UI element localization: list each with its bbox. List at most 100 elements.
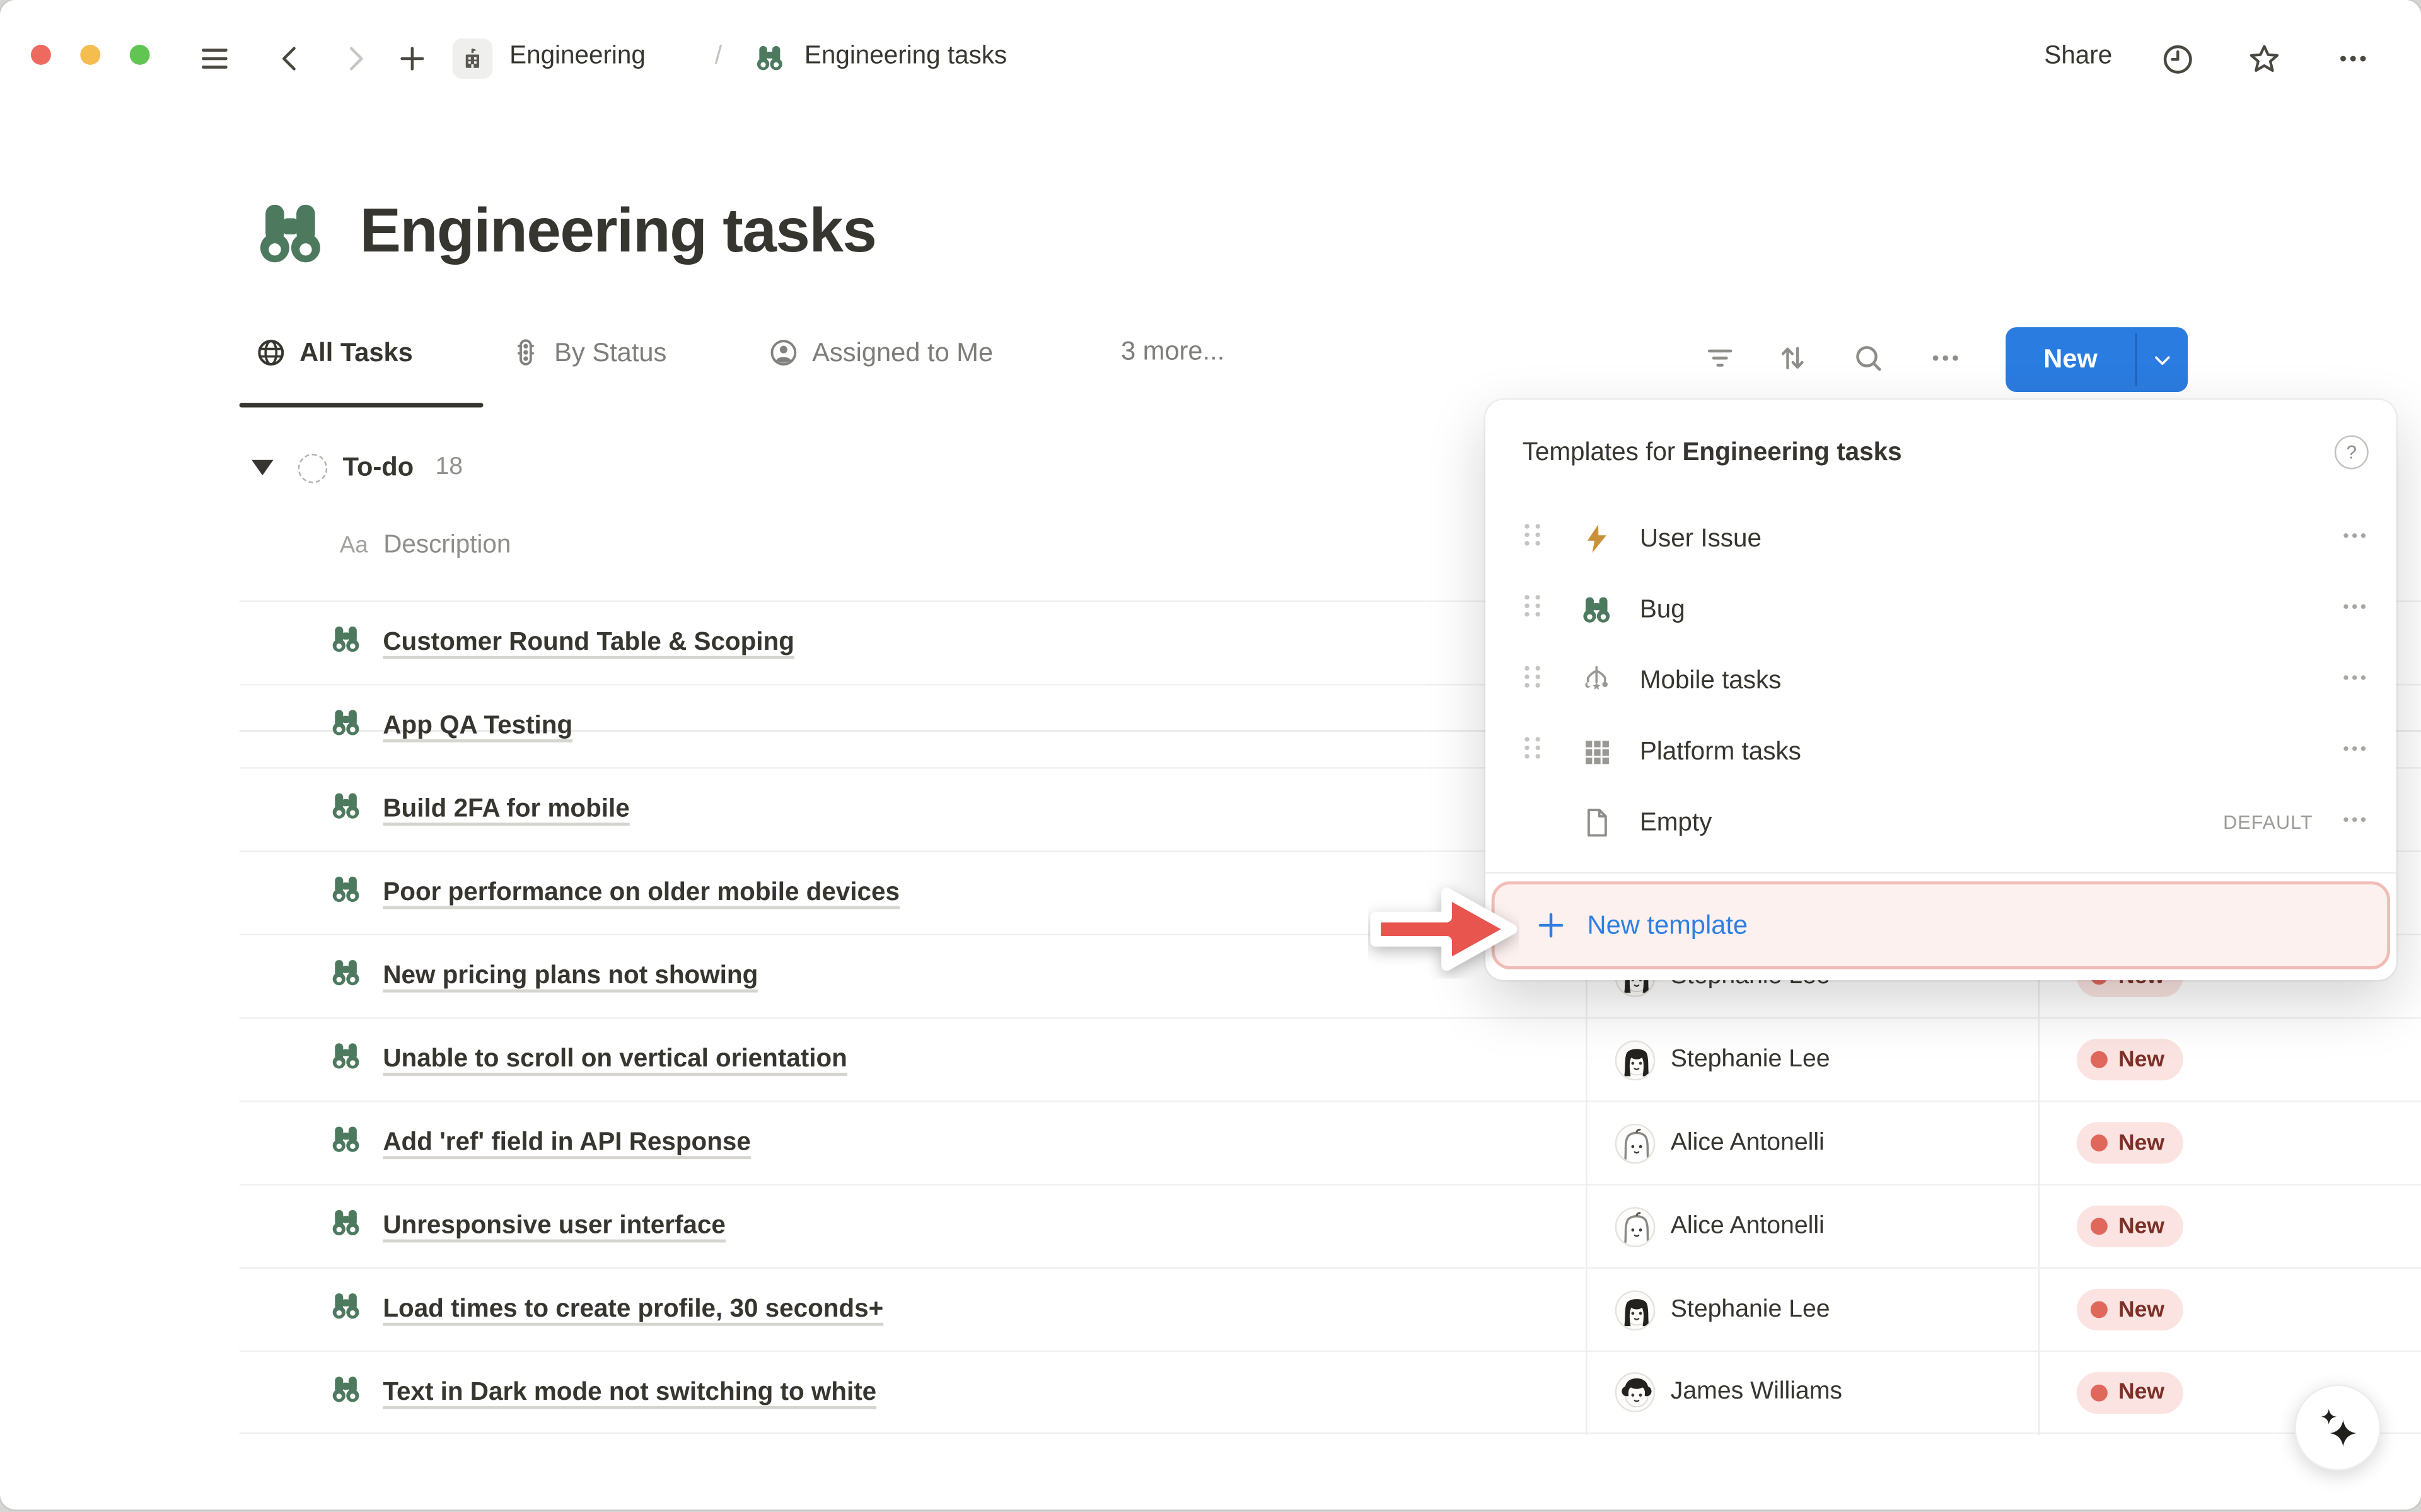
tab-label: By Status <box>554 337 666 368</box>
assignee-cell[interactable]: Alice Antonelli <box>1586 1186 2038 1267</box>
templates-popup: Templates for Engineering tasks ? User I… <box>1485 400 2396 980</box>
filter-icon[interactable] <box>1702 340 1739 377</box>
new-template-button[interactable]: New template <box>1492 881 2390 969</box>
app-window-scaler: Engineering / Engineering tasks Share En… <box>0 0 2421 1512</box>
lightning-icon <box>1578 520 1615 557</box>
group-header-todo[interactable]: To-do 18 <box>252 453 463 483</box>
binoculars-icon <box>329 1371 363 1413</box>
drag-handle-icon[interactable] <box>1523 522 1544 556</box>
popup-divider <box>1485 872 2396 874</box>
tab-by-status[interactable]: By Status <box>509 337 666 369</box>
tab-assigned-to-me[interactable]: Assigned to Me <box>767 337 993 369</box>
teamspace-building-icon[interactable] <box>453 38 493 79</box>
forward-icon[interactable] <box>337 40 374 78</box>
status-badge: New <box>2077 1039 2183 1080</box>
description-cell[interactable]: Add 'ref' field in API Response <box>240 1102 1586 1184</box>
updates-clock-icon[interactable] <box>2159 40 2196 78</box>
table-row[interactable]: Load times to create profile, 30 seconds… <box>240 1267 2421 1351</box>
search-icon[interactable] <box>1850 340 1887 377</box>
ai-assistant-button[interactable] <box>2294 1385 2381 1471</box>
status-cell[interactable]: New <box>2038 1186 2421 1267</box>
description-column-header[interactable]: Aa Description <box>340 531 511 560</box>
binoculars-icon <box>753 42 786 82</box>
favorite-star-icon[interactable] <box>2245 40 2282 78</box>
description-cell[interactable]: App QA Testing <box>240 685 1586 767</box>
task-title-link[interactable]: Poor performance on older mobile devices <box>383 878 900 908</box>
task-title-link[interactable]: Add 'ref' field in API Response <box>383 1128 751 1158</box>
description-cell[interactable]: Customer Round Table & Scoping <box>240 602 1586 684</box>
assignee-cell[interactable]: Stephanie Lee <box>1586 1019 2038 1100</box>
status-cell[interactable]: New <box>2038 1102 2421 1184</box>
tab-more-views[interactable]: 3 more... <box>1121 337 1224 367</box>
task-title-link[interactable]: Customer Round Table & Scoping <box>383 628 794 658</box>
template-item-options-icon[interactable] <box>2341 592 2369 627</box>
new-template-label: New template <box>1588 910 1748 941</box>
template-item-options-icon[interactable] <box>2341 663 2369 698</box>
new-button-label[interactable]: New <box>2006 327 2135 392</box>
status-dot-icon <box>2091 1218 2108 1235</box>
templates-popup-header: Templates for Engineering tasks ? <box>1523 436 2369 470</box>
drag-handle-icon[interactable] <box>1523 735 1544 769</box>
drag-handle-icon[interactable] <box>1523 664 1544 698</box>
new-page-icon[interactable] <box>393 40 431 78</box>
tab-label: Assigned to Me <box>812 337 993 368</box>
column-header-label: Description <box>383 531 511 560</box>
back-icon[interactable] <box>272 40 309 78</box>
status-label: New <box>2118 1131 2164 1155</box>
task-title-link[interactable]: Text in Dark mode not switching to white <box>383 1378 876 1407</box>
description-cell[interactable]: Unable to scroll on vertical orientation <box>240 1019 1586 1100</box>
description-cell[interactable]: Build 2FA for mobile <box>240 769 1586 851</box>
sidebar-menu-icon[interactable] <box>196 40 233 78</box>
sort-icon[interactable] <box>1774 340 1811 377</box>
table-row[interactable]: Text in Dark mode not switching to white… <box>240 1351 2421 1434</box>
collapse-caret-icon[interactable] <box>252 460 273 475</box>
drag-handle-icon[interactable] <box>1523 592 1544 626</box>
task-title-link[interactable]: Build 2FA for mobile <box>383 795 629 824</box>
binoculars-icon <box>1578 591 1615 628</box>
traffic-light-close[interactable] <box>31 45 51 65</box>
more-options-icon[interactable] <box>2335 40 2372 78</box>
template-item[interactable]: Empty DEFAULT <box>1485 787 2396 858</box>
avatar <box>1615 1290 1656 1330</box>
traffic-light-zoom[interactable] <box>130 45 150 65</box>
description-cell[interactable]: Load times to create profile, 30 seconds… <box>240 1269 1586 1351</box>
table-row[interactable]: Unresponsive user interface Alice Antone… <box>240 1184 2421 1267</box>
task-title-link[interactable]: New pricing plans not showing <box>383 962 758 991</box>
template-item-options-icon[interactable] <box>2341 521 2369 557</box>
template-item[interactable]: Platform tasks <box>1485 716 2396 787</box>
task-title-link[interactable]: Load times to create profile, 30 seconds… <box>383 1295 883 1325</box>
view-options-icon[interactable] <box>1927 340 1964 377</box>
task-title-link[interactable]: App QA Testing <box>383 712 572 741</box>
status-cell[interactable]: New <box>2038 1019 2421 1100</box>
binoculars-icon <box>329 955 363 997</box>
table-row[interactable]: Add 'ref' field in API Response Alice An… <box>240 1100 2421 1184</box>
breadcrumb-current[interactable]: Engineering tasks <box>804 42 1007 71</box>
page-binoculars-icon[interactable] <box>252 195 328 280</box>
template-item-options-icon[interactable] <box>2341 734 2369 769</box>
assignee-cell[interactable]: Alice Antonelli <box>1586 1102 2038 1184</box>
traffic-light-minimize[interactable] <box>80 45 100 65</box>
template-item-options-icon[interactable] <box>2341 805 2369 840</box>
assignee-cell[interactable]: James Williams <box>1586 1352 2038 1432</box>
table-row[interactable]: Unable to scroll on vertical orientation… <box>240 1017 2421 1100</box>
chevron-down-icon[interactable] <box>2137 327 2188 392</box>
breadcrumb-parent[interactable]: Engineering <box>509 42 646 71</box>
task-title-link[interactable]: Unresponsive user interface <box>383 1211 725 1241</box>
description-cell[interactable]: Text in Dark mode not switching to white <box>240 1352 1586 1432</box>
grid-icon <box>1578 733 1615 770</box>
template-item[interactable]: Bug <box>1485 574 2396 645</box>
share-button[interactable]: Share <box>2044 42 2112 71</box>
description-cell[interactable]: Unresponsive user interface <box>240 1186 1586 1267</box>
page-icon <box>1578 804 1615 841</box>
task-title-link[interactable]: Unable to scroll on vertical orientation <box>383 1045 847 1075</box>
status-cell[interactable]: New <box>2038 1269 2421 1351</box>
tab-all-tasks[interactable]: All Tasks <box>255 337 413 369</box>
help-icon[interactable]: ? <box>2335 436 2369 470</box>
todo-status-icon <box>298 453 328 483</box>
template-item[interactable]: User Issue <box>1485 503 2396 574</box>
avatar <box>1615 1206 1656 1247</box>
template-item[interactable]: Mobile tasks <box>1485 645 2396 717</box>
assignee-name: Alice Antonelli <box>1671 1129 1825 1157</box>
assignee-cell[interactable]: Stephanie Lee <box>1586 1269 2038 1351</box>
new-button[interactable]: New <box>2006 327 2188 392</box>
